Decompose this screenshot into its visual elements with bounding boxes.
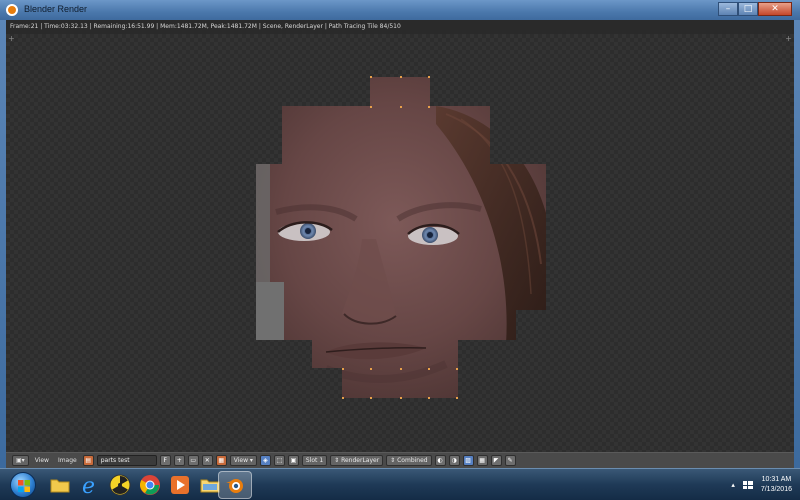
render-info-text: Frame:21 | Time:03:32.13 | Remaining:16:… [6,20,794,34]
taskbar-blender[interactable] [218,471,252,499]
view-mode-dropdown[interactable]: View ▾ [229,455,257,466]
close-button[interactable]: ✕ [758,2,792,16]
image-name-field[interactable]: parts test [96,455,157,466]
editor-type-button[interactable]: ▣▾ [12,455,29,466]
media-player-icon [171,476,189,494]
pin-icon[interactable]: ⬚ [273,455,285,466]
menu-view[interactable]: View [32,457,52,464]
radiation-icon [109,474,131,496]
render-layer-label: RenderLayer [341,457,380,464]
scopes-icon[interactable]: ▨ [462,455,474,466]
folder-icon [200,479,220,493]
clock-time: 10:31 AM [761,476,792,483]
taskbar-media-player[interactable] [168,473,192,497]
taskbar-radiation-app[interactable] [108,473,132,497]
render-pass-dropdown[interactable]: ⇕ Combined [386,455,432,466]
clock[interactable]: 10:31 AM 7/13/2016 [761,475,792,495]
clock-date: 7/13/2016 [760,486,792,493]
folder-icon [50,479,70,493]
action-center-icon[interactable] [742,481,753,489]
start-button[interactable] [10,472,36,498]
render-pass-label: Combined [397,457,428,464]
slot-label: Slot 1 [305,457,324,464]
render-slot-icon: ▣ [287,455,299,466]
taskbar-explorer[interactable] [48,473,72,497]
windows-taskbar: e ▴ 10:31 AM 7/13/2016 [0,468,800,500]
view-mode-icon: ▦ [215,455,227,466]
blender-icon [6,4,18,16]
render-viewport[interactable]: + + [6,34,794,452]
channels-icon[interactable]: ◐ [434,455,446,466]
slot-dropdown[interactable]: Slot 1 [301,455,328,466]
unlink-image-icon[interactable]: ✕ [201,455,213,466]
pivot-icon[interactable]: ◈ [259,455,271,466]
blender-icon [226,479,243,493]
image-editor-header: ▣▾ View Image ▤ parts test F + ▭ ✕ ▦ Vie… [6,452,794,468]
view-mode-label: View [233,457,248,464]
ie-icon: e [82,474,95,496]
tray-expand-icon[interactable]: ▴ [731,481,735,489]
window-title: Blender Render [24,4,88,14]
chrome-icon [140,475,160,495]
render-image [256,76,546,399]
fake-user-button[interactable]: F [159,455,171,466]
minimize-button[interactable]: – [718,2,738,16]
open-image-icon[interactable]: ▭ [187,455,199,466]
system-tray: ▴ 10:31 AM 7/13/2016 [731,473,792,497]
windows-logo-icon [18,480,30,492]
render-layer-dropdown[interactable]: ⇕ RenderLayer [330,455,384,466]
image-browse-icon[interactable]: ▤ [82,455,94,466]
curve-icon[interactable]: ◤ [490,455,502,466]
taskbar-internet-explorer[interactable]: e [78,473,102,497]
window-controls: – □ ✕ [718,2,792,16]
grid-icon[interactable]: ▦ [476,455,488,466]
alpha-icon[interactable]: ◑ [448,455,460,466]
blender-render-window: Blender Render – □ ✕ Frame:21 | Time:03:… [0,0,800,468]
title-bar[interactable]: Blender Render – □ ✕ [0,0,800,20]
taskbar-chrome[interactable] [138,473,162,497]
maximize-button[interactable]: □ [738,2,758,16]
menu-image[interactable]: Image [55,457,80,464]
image-editor-icon: ▣▾ [16,457,25,464]
new-image-icon[interactable]: + [173,455,185,466]
svg-text:e: e [82,474,95,496]
extra-icon[interactable]: ✎ [504,455,516,466]
